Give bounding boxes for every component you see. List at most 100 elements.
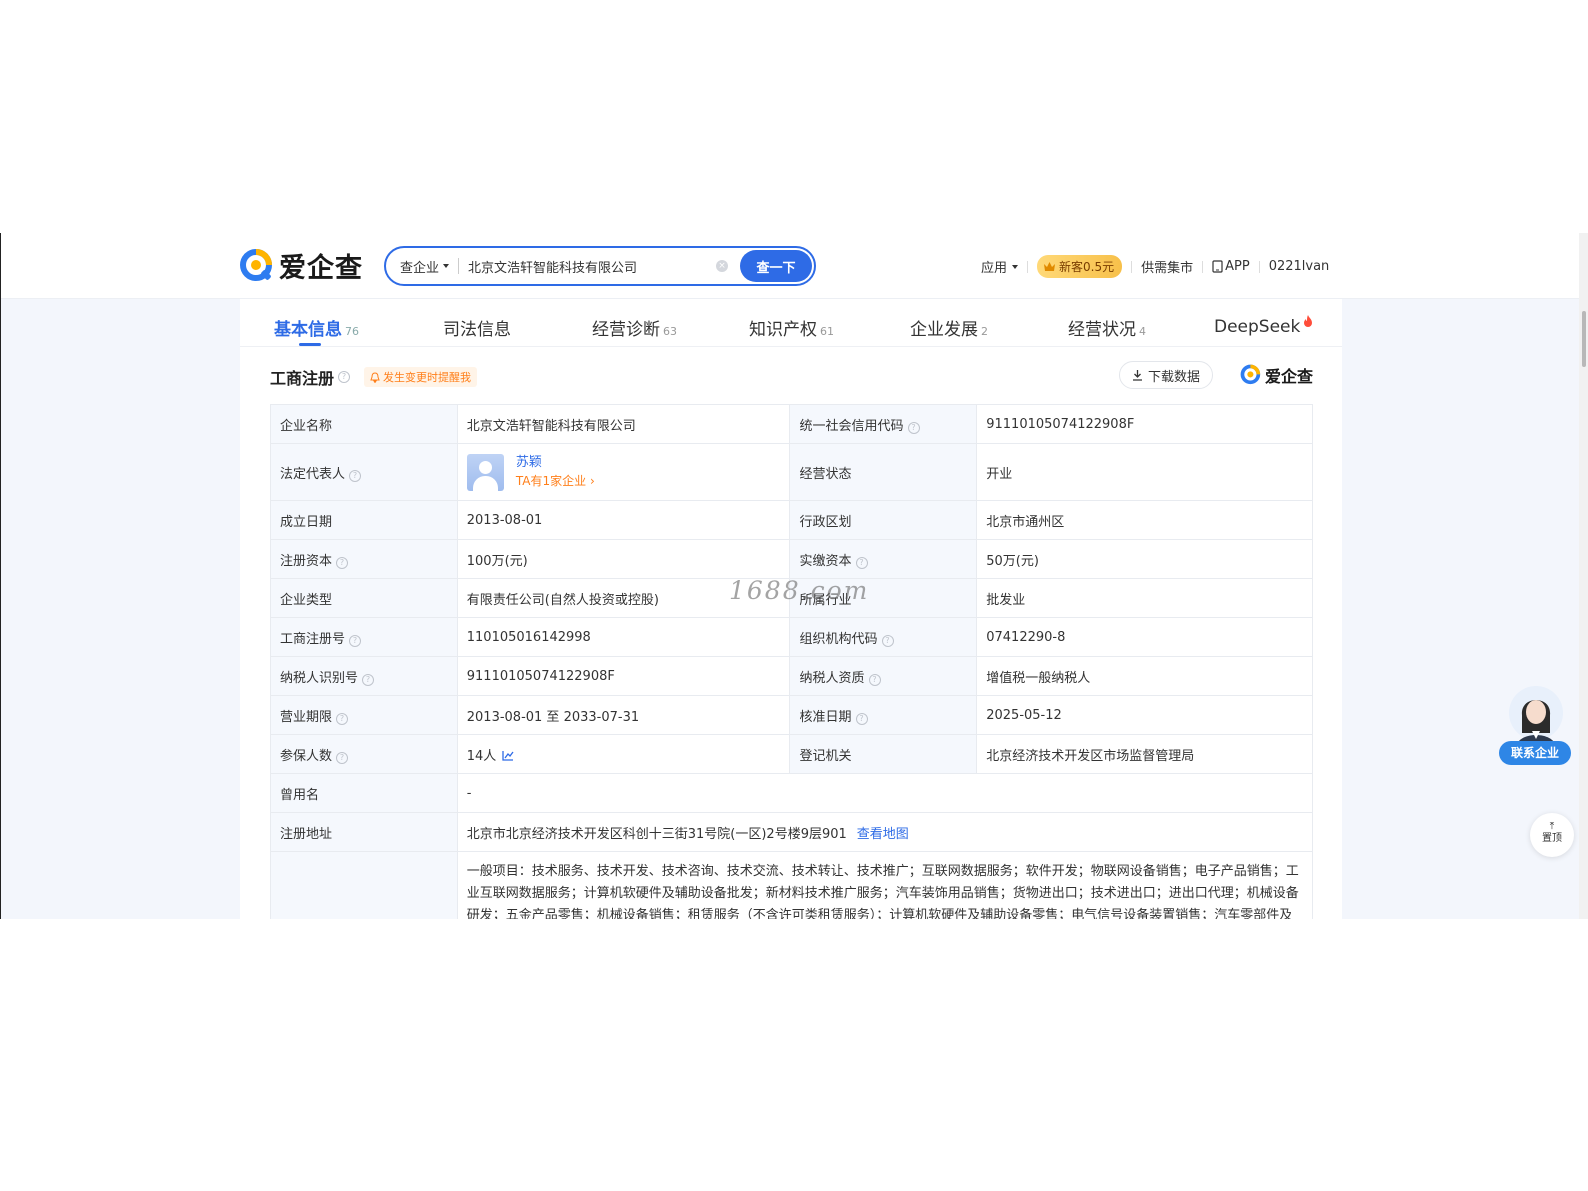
screenshot-frame: 爱企查 查企业 × 查一下 应用 新客0.5元 供需集市 <box>0 233 1588 919</box>
address-label: 注册地址 <box>270 812 458 852</box>
search-button[interactable]: 查一下 <box>740 250 812 282</box>
legal-rep-label-text: 法定代表人 <box>280 466 346 482</box>
nav-app[interactable]: APP <box>1212 259 1250 274</box>
help-icon[interactable]: ? <box>855 712 868 725</box>
brand-mark: 爱企查 <box>1240 363 1313 387</box>
approved-value: 2025-05-12 <box>976 695 1313 735</box>
tab-intellectual-property[interactable]: 知识产权 61 <box>749 315 834 340</box>
contact-company-button[interactable]: 联系企业 <box>1499 741 1571 765</box>
vip-promo-label: 新客0.5元 <box>1059 260 1115 274</box>
type-label: 企业类型 <box>270 578 458 618</box>
help-icon[interactable]: ? <box>907 421 920 434</box>
contact-company-widget[interactable]: 联系企业 <box>1499 685 1571 775</box>
help-icon[interactable]: ? <box>362 673 375 686</box>
download-data-label: 下载数据 <box>1147 369 1200 385</box>
industry-value: 批发业 <box>976 578 1313 618</box>
legal-rep-info: 苏颖 TA有1家企业 › <box>516 453 595 491</box>
avatar[interactable] <box>466 453 504 491</box>
business-scope-value: 一般项目：技术服务、技术开发、技术咨询、技术交流、技术转让、技术推广；互联网数据… <box>456 851 1314 919</box>
search-type-select[interactable]: 查企业 <box>386 257 458 276</box>
table-row: 一般项目：技术服务、技术开发、技术咨询、技术交流、技术转让、技术推广；互联网数据… <box>270 851 1314 919</box>
vip-promo-badge[interactable]: 新客0.5元 <box>1037 255 1123 278</box>
credit-code-label-text: 统一社会信用代码 <box>799 418 904 434</box>
help-icon[interactable]: ? <box>868 673 881 686</box>
former-name-value: - <box>456 773 1314 813</box>
registration-table: 企业名称 北京文浩轩智能科技有限公司 统一社会信用代码? 91110105074… <box>270 404 1314 919</box>
tab-count: 63 <box>663 325 677 338</box>
logo-icon <box>1240 364 1261 385</box>
approved-label-text: 核准日期 <box>799 709 852 725</box>
taxpayer-qual-label: 纳税人资质? <box>789 656 978 696</box>
paid-capital-value: 50万(元) <box>976 539 1313 579</box>
tab-label: 司法信息 <box>443 320 511 340</box>
download-data-button[interactable]: 下载数据 <box>1118 361 1213 389</box>
view-map-link[interactable]: 查看地图 <box>857 827 909 842</box>
help-icon[interactable]: ? <box>338 371 351 383</box>
taxpayer-id-label-text: 纳税人识别号 <box>280 670 359 686</box>
reg-capital-label: 注册资本? <box>270 539 458 579</box>
help-icon[interactable]: ? <box>881 634 894 647</box>
tab-basic-info[interactable]: 基本信息 76 <box>274 315 359 340</box>
tab-operation-diagnosis[interactable]: 经营诊断 63 <box>592 315 677 340</box>
table-row: 注册地址 北京市北京经济技术开发区科创十三街31号院(一区)2号楼9层901 查看… <box>270 812 1314 852</box>
search-input[interactable] <box>459 251 716 281</box>
help-icon[interactable]: ? <box>336 751 349 764</box>
clear-icon[interactable]: × <box>716 260 728 272</box>
scrollbar[interactable] <box>1579 233 1588 919</box>
nav-divider <box>1258 260 1260 273</box>
top-bar: 爱企查 查企业 × 查一下 应用 新客0.5元 供需集市 <box>1 233 1579 299</box>
help-icon[interactable]: ? <box>349 634 362 647</box>
section-header: 工商注册 ? 发生变更时提醒我 下载数据 爱企查 <box>270 361 1313 393</box>
tab-judicial-info[interactable]: 司法信息 <box>443 315 511 340</box>
tab-deepseek[interactable]: DeepSeek <box>1214 315 1313 337</box>
help-icon[interactable]: ? <box>855 556 868 569</box>
chevron-down-icon <box>1012 264 1019 269</box>
reg-no-label-text: 工商注册号 <box>280 631 346 647</box>
tab-label: 经营诊断 <box>592 320 660 340</box>
taxpayer-id-label: 纳税人识别号? <box>270 656 458 696</box>
term-value: 2013-08-01 至 2033-07-31 <box>456 695 791 735</box>
status-label: 经营状态 <box>789 443 978 501</box>
authority-label: 登记机关 <box>789 734 978 774</box>
reg-no-label: 工商注册号? <box>270 617 458 657</box>
scrollbar-thumb[interactable] <box>1582 311 1586 367</box>
nav-apps[interactable]: 应用 <box>981 257 1019 276</box>
help-icon[interactable]: ? <box>336 556 349 569</box>
nav-divider <box>1131 260 1133 273</box>
tab-label: 基本信息 <box>274 320 342 340</box>
paid-capital-label-text: 实缴资本 <box>799 553 852 569</box>
insured-label: 参保人数? <box>270 734 458 774</box>
reg-no-value: 110105016142998 <box>456 617 791 657</box>
change-remind-button[interactable]: 发生变更时提醒我 <box>364 367 478 387</box>
paid-capital-label: 实缴资本? <box>789 539 978 579</box>
logo[interactable]: 爱企查 <box>239 246 363 285</box>
table-row: 营业期限? 2013-08-01 至 2033-07-31 核准日期? 2025… <box>270 695 1313 735</box>
tab-development[interactable]: 企业发展 2 <box>910 315 988 340</box>
taxpayer-qual-value: 增值税一般纳税人 <box>976 656 1313 696</box>
tab-count: 76 <box>345 325 359 338</box>
table-row: 参保人数? 14人 登记机关 北京经济技术开发区市场监督管理局 <box>270 734 1313 774</box>
nav-apps-label: 应用 <box>981 261 1008 276</box>
nav-user[interactable]: 0221lvan <box>1269 259 1330 274</box>
trend-chart-icon[interactable] <box>502 750 514 761</box>
help-icon[interactable]: ? <box>336 712 349 725</box>
tab-operating-status[interactable]: 经营状况 4 <box>1068 315 1146 340</box>
nav-market[interactable]: 供需集市 <box>1141 257 1193 276</box>
credit-code-value: 91110105074122908F <box>976 404 1313 444</box>
table-row: 工商注册号? 110105016142998 组织机构代码? 07412290-… <box>270 617 1313 657</box>
nav-app-label: APP <box>1225 259 1250 274</box>
help-icon[interactable]: ? <box>349 469 362 482</box>
section-title: 工商注册 <box>270 369 335 388</box>
legal-rep-name-link[interactable]: 苏颖 <box>516 453 595 472</box>
taxpayer-qual-label-text: 纳税人资质 <box>799 670 865 686</box>
section-tabs: 基本信息 76 司法信息 经营诊断 63 知识产权 61 企业发展 2 经营状况 4 De… <box>240 299 1342 347</box>
change-remind-label: 发生变更时提醒我 <box>383 371 472 384</box>
status-value: 开业 <box>976 443 1313 501</box>
back-to-top-button[interactable]: ⤒ 置顶 <box>1530 813 1574 857</box>
org-code-label: 组织机构代码? <box>789 617 978 657</box>
legal-rep-companies-link[interactable]: TA有1家企业 › <box>516 472 595 491</box>
table-row: 曾用名 - <box>270 773 1314 813</box>
logo-icon <box>240 248 272 281</box>
bell-icon <box>370 371 380 383</box>
authority-value: 北京经济技术开发区市场监督管理局 <box>976 734 1313 774</box>
